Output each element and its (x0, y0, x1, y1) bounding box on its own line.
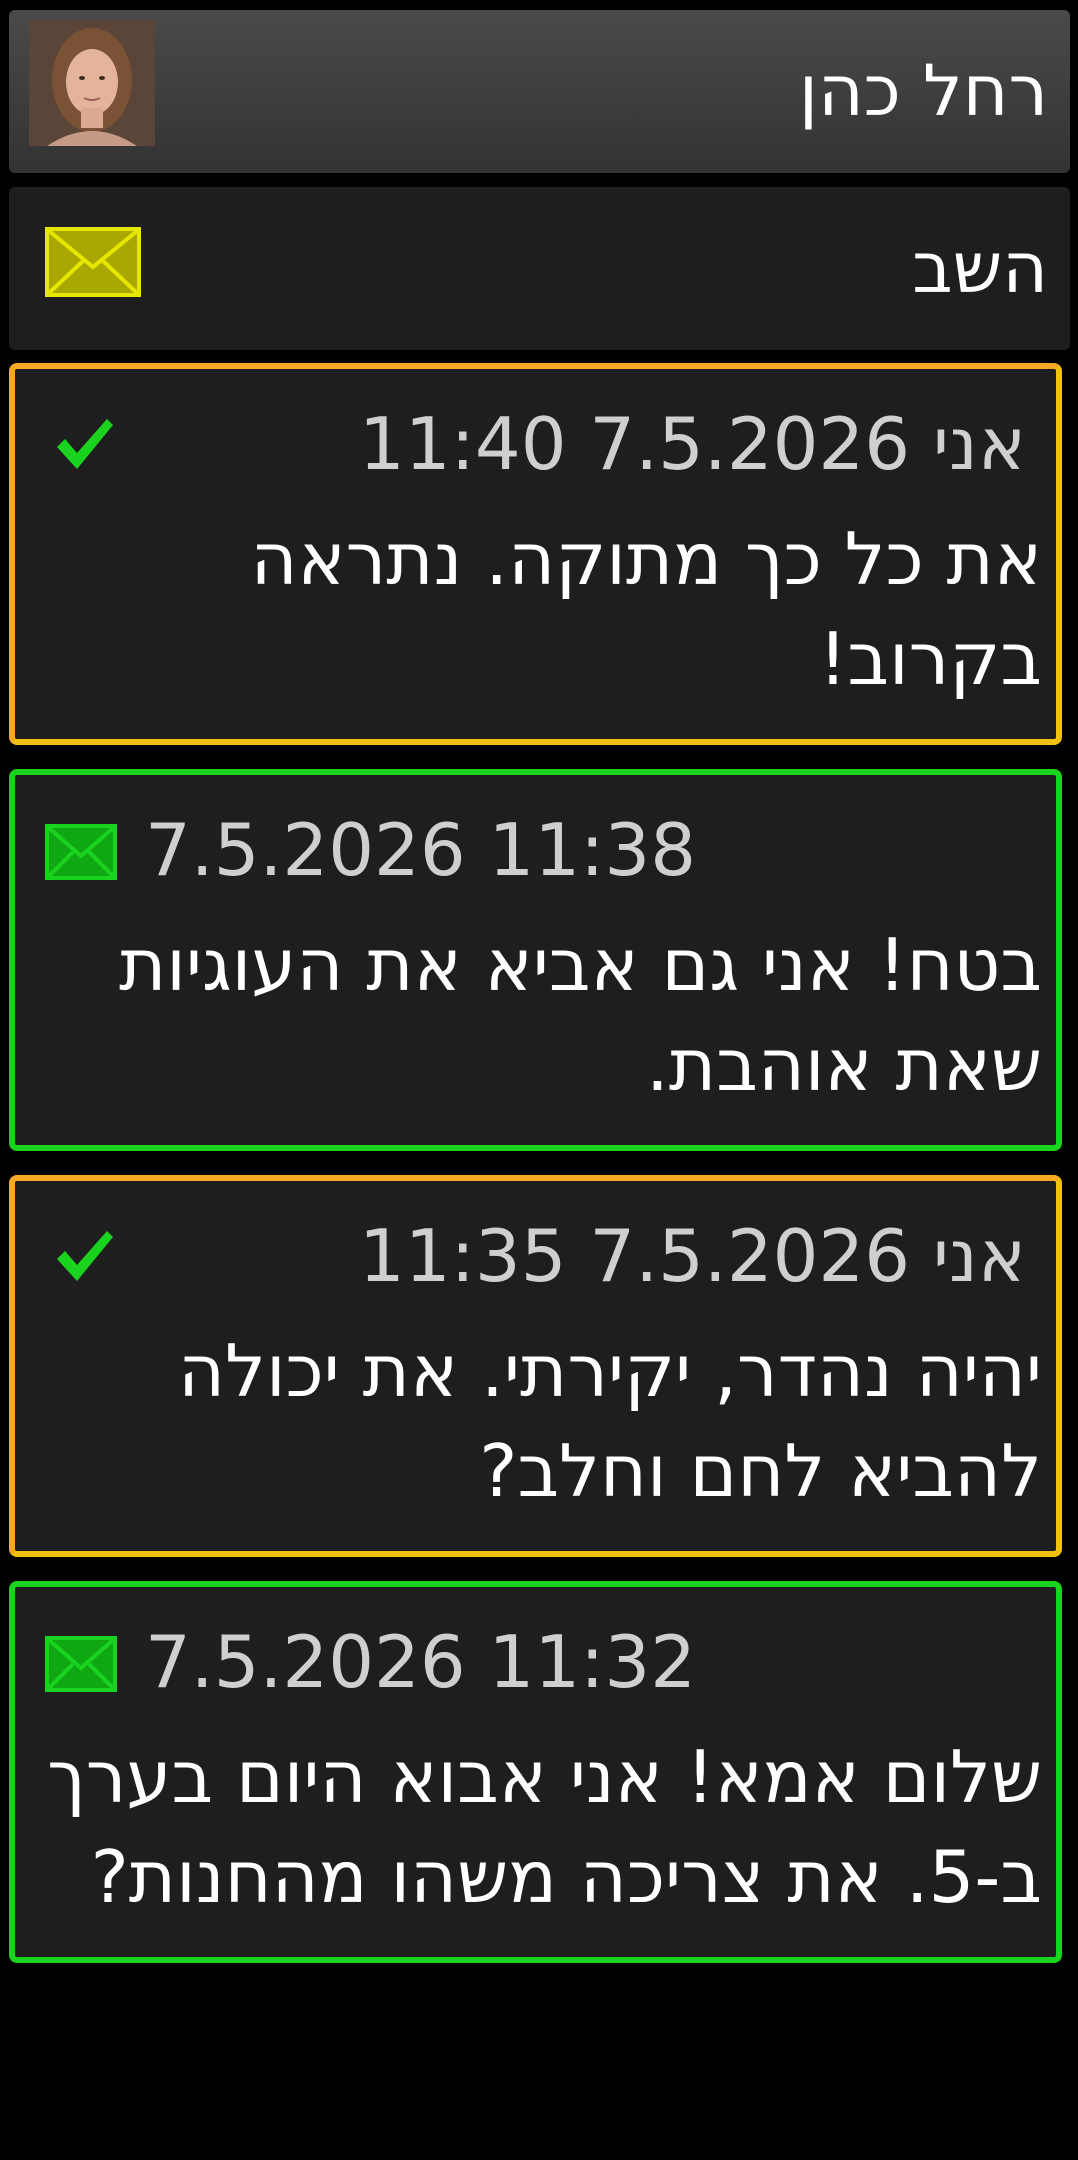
envelope-icon (45, 824, 117, 880)
message-text: את כל כך מתוקה. נתראה בקרוב! (250, 517, 1042, 701)
message-sent[interactable]: אני 7.5.2026 11:35 יהיה נהדר, יקירתי. את… (9, 1175, 1062, 1557)
message-timestamp: אני 7.5.2026 11:35 (359, 1214, 1026, 1298)
check-icon (57, 1231, 113, 1281)
reply-label: השב (912, 227, 1048, 309)
reply-button[interactable]: השב (9, 187, 1070, 350)
contact-header[interactable]: רחל כהן (9, 10, 1070, 173)
message-timestamp: 7.5.2026 11:38 (145, 808, 697, 892)
contact-name: רחל כהן (798, 50, 1048, 132)
message-timestamp: 7.5.2026 11:32 (145, 1620, 697, 1704)
person-avatar-icon (29, 20, 155, 146)
message-received[interactable]: 7.5.2026 11:32 שלום אמא! אני אבוא היום ב… (9, 1581, 1062, 1963)
message-text: בטח! אני גם אביא את העוגיות שאת אוהבת. (118, 923, 1042, 1107)
message-text: יהיה נהדר, יקירתי. את יכולה להביא לחם וח… (178, 1329, 1042, 1513)
message-text: שלום אמא! אני אבוא היום בערך ב-5. את צרי… (47, 1735, 1042, 1919)
avatar[interactable] (29, 20, 155, 146)
envelope-icon (45, 1636, 117, 1692)
check-icon (57, 419, 113, 469)
message-received[interactable]: 7.5.2026 11:38 בטח! אני גם אביא את העוגי… (9, 769, 1062, 1151)
message-timestamp: אני 7.5.2026 11:40 (359, 402, 1026, 486)
envelope-icon (45, 227, 141, 297)
message-sent[interactable]: אני 7.5.2026 11:40 את כל כך מתוקה. נתראה… (9, 363, 1062, 745)
